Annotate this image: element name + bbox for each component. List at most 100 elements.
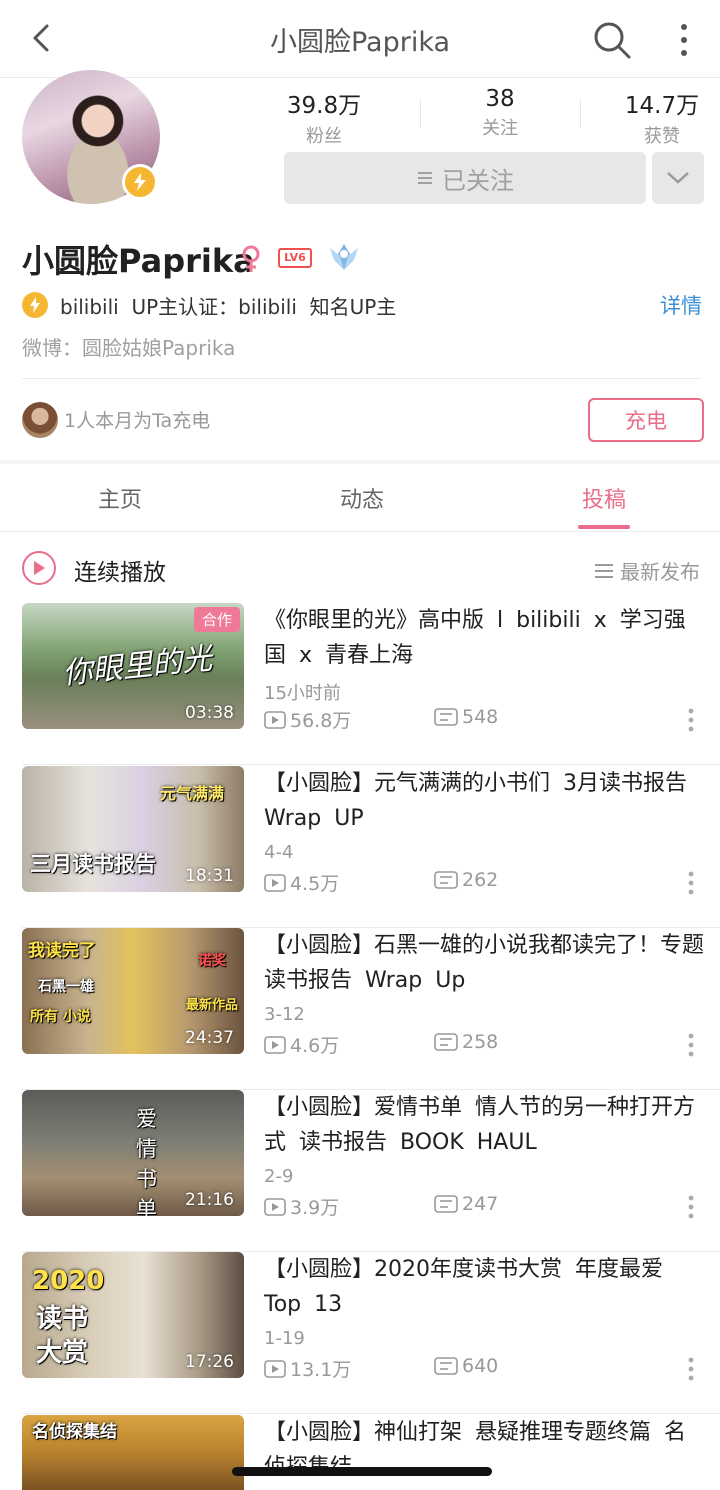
play-count-icon — [264, 1035, 286, 1054]
danmaku-icon — [434, 708, 458, 726]
charge-button[interactable]: 充电 — [588, 398, 704, 442]
video-item[interactable]: 2020 读书大赏 17:26 【小圆脸】2020年度读书大赏 年度最爱 Top… — [0, 1252, 720, 1414]
video-thumbnail[interactable]: 名侦探集结 — [22, 1415, 244, 1490]
play-count-icon — [264, 1359, 286, 1378]
video-item[interactable]: 爱情书单 21:16 【小圆脸】爱情书单 情人节的另一种打开方式 读书报告 BO… — [0, 1090, 720, 1252]
stat-value: 38 — [485, 86, 515, 112]
video-title[interactable]: 【小圆脸】2020年度读书大赏 年度最爱 Top 13 — [264, 1252, 704, 1322]
play-count-value: 4.5万 — [290, 873, 340, 895]
play-count-icon — [264, 873, 286, 892]
more-options-icon[interactable] — [684, 1032, 698, 1058]
more-options-icon[interactable] — [684, 1194, 698, 1220]
divider — [22, 1413, 720, 1414]
danmaku-icon — [434, 871, 458, 889]
stat-value: 39.8万 — [286, 93, 362, 119]
thumbnail-caption: 名侦探集结 — [32, 1422, 117, 1442]
charge-info: 1人本月为Ta充电 — [64, 410, 211, 432]
play-count: 3.9万 — [264, 1193, 339, 1220]
video-date: 1-19 — [264, 1328, 305, 1349]
more-options-icon[interactable] — [684, 707, 698, 733]
followed-button[interactable]: 已关注 — [284, 152, 646, 204]
stat-fans[interactable]: 39.8万 粉丝 — [254, 86, 394, 148]
tab-bar: 主页 动态 投稿 — [0, 464, 720, 532]
autoplay-button[interactable] — [22, 551, 56, 585]
video-thumbnail[interactable]: 我读完了 石黑一雄 所有 小说 诺奖 最新作品 24:37 — [22, 928, 244, 1054]
thumbnail-caption: 石黑一雄 — [38, 979, 94, 995]
tab-uploads[interactable]: 投稿 — [544, 482, 664, 514]
stat-following[interactable]: 38 关注 — [430, 86, 570, 140]
video-title[interactable]: 【小圆脸】元气满满的小书们 3月读书报告 Wrap UP — [264, 766, 704, 836]
stat-label: 关注 — [482, 118, 518, 139]
more-options-icon[interactable] — [684, 870, 698, 896]
video-item[interactable]: 元气满满 三月读书报告 18:31 【小圆脸】元气满满的小书们 3月读书报告 W… — [0, 766, 720, 928]
menu-lines-icon — [418, 172, 432, 184]
play-count-icon — [264, 1197, 286, 1216]
thumbnail-caption: 你眼里的光 — [60, 641, 214, 692]
danmaku-count: 258 — [434, 1031, 498, 1053]
verification-row: bilibili UP主认证：bilibili 知名UP主 — [22, 290, 396, 320]
follow-dropdown-button[interactable] — [652, 152, 704, 204]
video-duration: 17:26 — [185, 1352, 234, 1372]
play-count: 13.1万 — [264, 1355, 351, 1382]
thumbnail-caption: 三月读书报告 — [30, 852, 156, 876]
followed-label: 已关注 — [442, 166, 514, 195]
sort-button[interactable]: 最新发布 — [594, 556, 700, 585]
play-count: 56.8万 — [264, 706, 351, 733]
thumbnail-caption: 所有 小说 — [30, 1009, 91, 1025]
charger-avatar — [22, 402, 58, 438]
chevron-down-icon — [667, 172, 689, 184]
autoplay-label[interactable]: 连续播放 — [74, 553, 166, 587]
collab-tag: 合作 — [193, 607, 240, 632]
tab-dynamics[interactable]: 动态 — [302, 482, 422, 514]
thumbnail-caption: 元气满满 — [159, 784, 224, 803]
verification-text: bilibili UP主认证：bilibili 知名UP主 — [60, 294, 397, 319]
divider — [22, 378, 702, 379]
play-count-value: 4.6万 — [290, 1035, 340, 1057]
video-title[interactable]: 【小圆脸】石黑一雄的小说我都读完了！专题读书报告 Wrap Up — [264, 928, 704, 998]
play-count: 4.5万 — [264, 869, 339, 896]
more-options-icon[interactable] — [684, 1356, 698, 1382]
video-title[interactable]: 【小圆脸】爱情书单 情人节的另一种打开方式 读书报告 BOOK HAUL — [264, 1090, 704, 1160]
video-date: 4-4 — [264, 842, 294, 863]
sort-label: 最新发布 — [620, 560, 700, 584]
stat-label: 粉丝 — [306, 126, 342, 147]
tab-indicator — [578, 525, 630, 529]
more-menu-icon[interactable] — [668, 18, 700, 62]
video-duration: 03:38 — [185, 703, 234, 723]
play-count: 4.6万 — [264, 1031, 339, 1058]
video-duration: 18:31 — [185, 866, 234, 886]
level-badge: LV6 — [278, 248, 312, 268]
video-thumbnail[interactable]: 你眼里的光 合作 03:38 — [22, 603, 244, 729]
play-count-value: 13.1万 — [290, 1359, 352, 1381]
video-thumbnail[interactable]: 爱情书单 21:16 — [22, 1090, 244, 1216]
play-count-value: 56.8万 — [290, 710, 352, 732]
list-icon — [595, 563, 613, 578]
video-thumbnail[interactable]: 元气满满 三月读书报告 18:31 — [22, 766, 244, 892]
danmaku-count-value: 640 — [462, 1355, 499, 1377]
thumbnail-caption: 最新作品 — [185, 998, 238, 1013]
home-indicator[interactable] — [232, 1467, 492, 1476]
danmaku-count: 262 — [434, 869, 498, 891]
thumbnail-caption: 读书大赏 — [36, 1304, 89, 1368]
thumbnail-caption: 诺奖 — [198, 953, 226, 969]
video-thumbnail[interactable]: 2020 读书大赏 17:26 — [22, 1252, 244, 1378]
details-link[interactable]: 详情 — [660, 290, 702, 320]
danmaku-count-value: 548 — [462, 706, 499, 728]
search-icon[interactable] — [590, 18, 634, 62]
danmaku-icon — [434, 1357, 458, 1375]
stat-divider — [580, 100, 581, 128]
video-date: 3-12 — [264, 1004, 305, 1025]
danmaku-count-value: 258 — [462, 1031, 499, 1053]
medal-icon[interactable] — [326, 240, 362, 274]
video-item[interactable]: 名侦探集结 【小圆脸】神仙打架 悬疑推理专题终篇 名侦探集结 — [0, 1415, 720, 1490]
stat-value: 14.7万 — [624, 93, 700, 119]
video-item[interactable]: 你眼里的光 合作 03:38 《你眼里的光》高中版 l bilibili x 学… — [0, 603, 720, 765]
video-item[interactable]: 我读完了 石黑一雄 所有 小说 诺奖 最新作品 24:37 【小圆脸】石黑一雄的… — [0, 928, 720, 1090]
danmaku-count-value: 247 — [462, 1193, 499, 1215]
video-title[interactable]: 《你眼里的光》高中版 l bilibili x 学习强国 x 青春上海 — [264, 603, 704, 673]
female-icon — [242, 245, 260, 272]
tab-home[interactable]: 主页 — [60, 482, 180, 514]
thumbnail-caption: 爱情书单 — [136, 1107, 157, 1216]
video-date: 15小时前 — [264, 683, 341, 704]
danmaku-count-value: 262 — [462, 869, 499, 891]
